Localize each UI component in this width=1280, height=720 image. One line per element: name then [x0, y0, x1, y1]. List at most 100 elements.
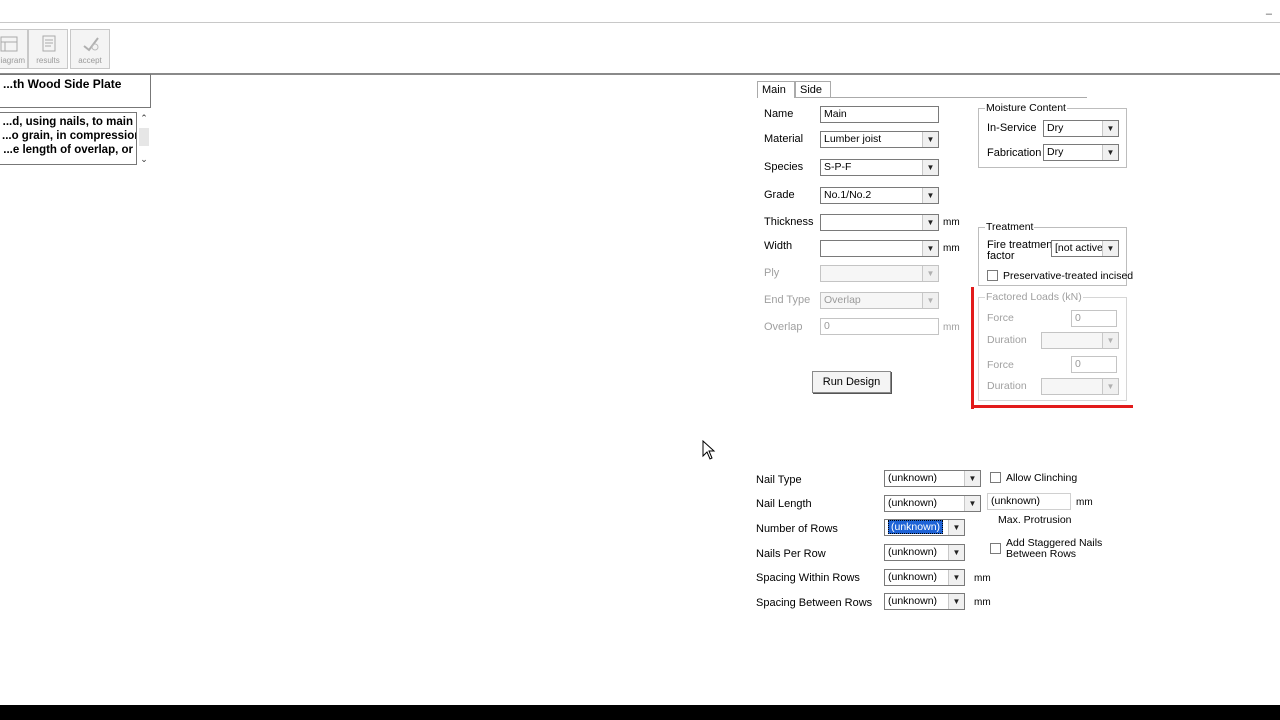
ply-label: Ply: [764, 267, 780, 279]
nail-length-value: (unknown): [888, 497, 938, 509]
treatment-title: Treatment: [985, 221, 1035, 233]
overlap-unit: mm: [943, 322, 960, 333]
chevron-down-icon[interactable]: ▼: [922, 132, 938, 147]
grade-select[interactable]: No.1/No.2 ▼: [820, 187, 939, 204]
toolbar-results-label: results: [36, 56, 60, 65]
moisture-content-title: Moisture Content: [985, 102, 1067, 114]
chevron-down-icon[interactable]: ▼: [948, 594, 964, 609]
scroll-down-icon[interactable]: ⌄: [137, 153, 151, 165]
max-protrusion-input[interactable]: (unknown): [987, 493, 1071, 510]
spacing-within-rows-select[interactable]: (unknown) ▼: [884, 569, 965, 586]
fabrication-select[interactable]: Dry ▼: [1043, 144, 1119, 161]
chevron-down-icon[interactable]: ▼: [922, 215, 938, 230]
run-design-button[interactable]: Run Design: [812, 371, 891, 393]
chevron-down-icon[interactable]: ▼: [1102, 121, 1118, 136]
width-select[interactable]: ▼: [820, 240, 939, 257]
connection-title-text: ...th Wood Side Plate: [3, 77, 122, 91]
nail-type-label: Nail Type: [756, 474, 802, 486]
nails-per-row-value: (unknown): [888, 546, 938, 558]
nails-per-row-select[interactable]: (unknown) ▼: [884, 544, 965, 561]
scroll-up-icon[interactable]: ⌃: [137, 112, 151, 124]
force2-label: Force: [987, 359, 1014, 371]
max-protrusion-unit: mm: [1076, 497, 1093, 508]
chevron-down-icon: ▼: [922, 266, 938, 281]
highlight-mark-left: [971, 287, 974, 409]
thickness-label: Thickness: [764, 216, 814, 228]
minimize-button[interactable]: –: [1266, 8, 1272, 20]
preservative-checkbox[interactable]: [987, 270, 998, 281]
grade-value: No.1/No.2: [824, 189, 872, 201]
fire-treatment-select[interactable]: [not active] ▼: [1051, 240, 1119, 257]
force1-input: 0: [1071, 310, 1117, 327]
accept-icon: [83, 37, 99, 52]
toolbar-divider: [0, 73, 1280, 75]
overlap-input: 0: [820, 318, 939, 335]
chevron-down-icon[interactable]: ▼: [948, 545, 964, 560]
factored-loads-title: Factored Loads (kN): [985, 291, 1083, 303]
nail-length-select[interactable]: (unknown) ▼: [884, 495, 981, 512]
duration2-select: ▼: [1041, 378, 1119, 395]
fire-treatment-value: [not active]: [1055, 242, 1106, 254]
in-service-value: Dry: [1047, 122, 1064, 134]
scroll-thumb[interactable]: [139, 128, 149, 146]
tab-divider: [795, 97, 1087, 98]
material-select[interactable]: Lumber joist ▼: [820, 131, 939, 148]
description-scrollbar[interactable]: ⌃ ⌄: [137, 112, 151, 165]
width-label: Width: [764, 240, 793, 252]
staggered-nails-label: Add Staggered Nails Between Rows: [1006, 538, 1102, 560]
spacing-within-rows-label: Spacing Within Rows: [756, 572, 860, 584]
chevron-down-icon[interactable]: ▼: [922, 241, 938, 256]
chevron-down-icon[interactable]: ▼: [964, 471, 980, 486]
species-select[interactable]: S-P-F ▼: [820, 159, 939, 176]
fabrication-label: Fabrication: [987, 147, 1042, 159]
fire-treatment-label-line2: factor: [987, 250, 1015, 262]
toolbar-diagram-button[interactable]: diagram: [0, 29, 28, 69]
end-type-select: Overlap ▼: [820, 292, 939, 309]
number-of-rows-value: (unknown): [888, 520, 944, 534]
toolbar-results-button[interactable]: results: [28, 29, 68, 69]
spacing-between-rows-select[interactable]: (unknown) ▼: [884, 593, 965, 610]
mouse-pointer-icon: [702, 440, 716, 460]
chevron-down-icon[interactable]: ▼: [1102, 145, 1118, 160]
chevron-down-icon[interactable]: ▼: [964, 496, 980, 511]
number-of-rows-select[interactable]: (unknown) ▼: [884, 519, 965, 536]
chevron-down-icon[interactable]: ▼: [922, 188, 938, 203]
duration2-label: Duration: [987, 380, 1027, 392]
overlap-label: Overlap: [764, 321, 803, 333]
tab-side[interactable]: Side: [795, 81, 831, 98]
name-input[interactable]: Main: [820, 106, 939, 123]
ply-select: ▼: [820, 265, 939, 282]
results-icon: [42, 35, 56, 52]
spacing-within-rows-unit: mm: [974, 573, 991, 584]
description-line: ...o grain, in compression: [2, 130, 137, 142]
end-type-value: Overlap: [824, 294, 861, 306]
chevron-down-icon[interactable]: ▼: [948, 570, 964, 585]
width-unit: mm: [943, 243, 960, 254]
diagram-icon: [0, 36, 18, 52]
connection-description: ...d, using nails, to main ...o grain, i…: [0, 112, 137, 165]
in-service-select[interactable]: Dry ▼: [1043, 120, 1119, 137]
max-protrusion-label: Max. Protrusion: [998, 514, 1072, 526]
allow-clinching-checkbox[interactable]: [990, 472, 1001, 483]
nail-type-select[interactable]: (unknown) ▼: [884, 470, 981, 487]
taskbar: [0, 705, 1280, 720]
staggered-nails-checkbox[interactable]: [990, 543, 1001, 554]
chevron-down-icon: ▼: [1102, 333, 1118, 348]
material-value: Lumber joist: [824, 133, 882, 145]
tab-main[interactable]: Main: [757, 81, 795, 98]
highlight-mark-bottom: [971, 405, 1133, 408]
nails-per-row-label: Nails Per Row: [756, 548, 826, 560]
fire-treatment-label: Fire treatment factor: [987, 240, 1055, 262]
chevron-down-icon[interactable]: ▼: [1102, 241, 1118, 256]
allow-clinching-label: Allow Clinching: [1006, 472, 1078, 484]
title-bar-divider: [0, 22, 1280, 23]
chevron-down-icon[interactable]: ▼: [948, 520, 964, 535]
toolbar-accept-button[interactable]: accept: [70, 29, 110, 69]
species-label: Species: [764, 161, 804, 173]
preservative-label: Preservative-treated incised: [1003, 270, 1134, 282]
thickness-select[interactable]: ▼: [820, 214, 939, 231]
chevron-down-icon[interactable]: ▼: [922, 160, 938, 175]
spacing-within-rows-value: (unknown): [888, 571, 938, 583]
chevron-down-icon: ▼: [1102, 379, 1118, 394]
force2-input: 0: [1071, 356, 1117, 373]
